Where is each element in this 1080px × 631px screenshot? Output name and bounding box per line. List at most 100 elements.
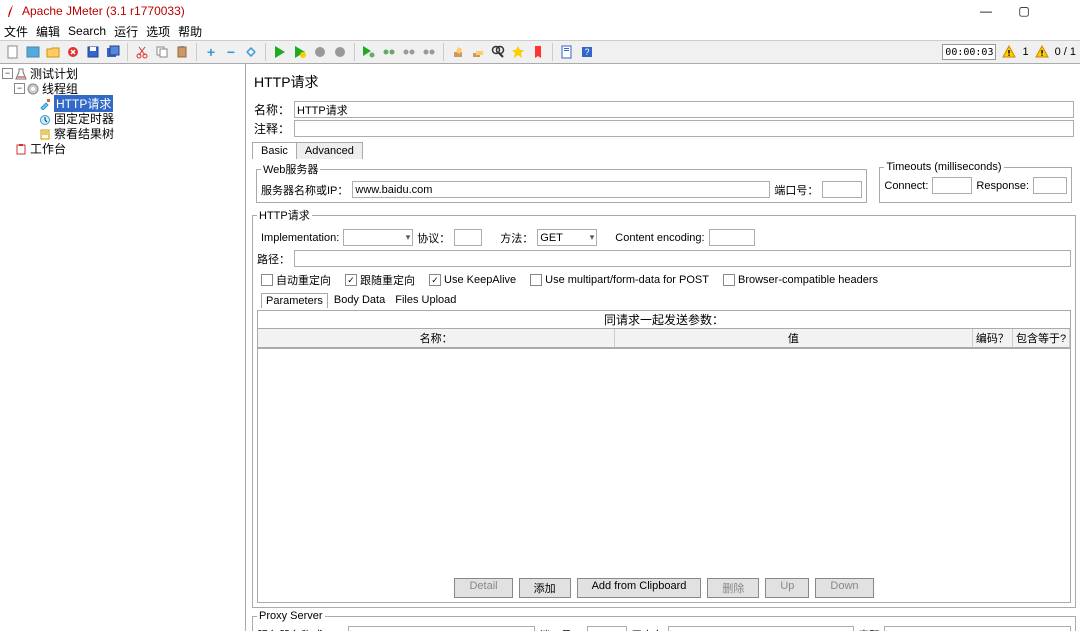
tab-advanced[interactable]: Advanced: [296, 142, 363, 159]
docs-icon[interactable]: [558, 43, 576, 61]
paste-icon[interactable]: [173, 43, 191, 61]
method-combo[interactable]: GET▾: [537, 229, 597, 246]
down-button[interactable]: Down: [815, 578, 873, 598]
response-label: Response:: [976, 180, 1029, 192]
run-icon[interactable]: [271, 43, 289, 61]
chk-follow-redirect[interactable]: ✓跟随重定向: [345, 272, 415, 288]
menu-search[interactable]: Search: [68, 24, 106, 38]
saveas-icon[interactable]: [104, 43, 122, 61]
chevron-down-icon: ▾: [590, 232, 595, 243]
chk-auto-redirect[interactable]: 自动重定向: [261, 272, 331, 288]
enc-input[interactable]: [709, 229, 755, 246]
subtab-bodydata[interactable]: Body Data: [330, 293, 389, 308]
detail-button[interactable]: Detail: [454, 578, 512, 598]
path-input[interactable]: [294, 250, 1071, 267]
help-icon[interactable]: [529, 43, 547, 61]
remote-stop-icon[interactable]: [400, 43, 418, 61]
expand-icon[interactable]: +: [202, 43, 220, 61]
menu-options[interactable]: 选项: [146, 23, 170, 40]
tree-node-timer[interactable]: 固定定时器: [2, 111, 245, 126]
remote-start-icon[interactable]: [360, 43, 378, 61]
add-clipboard-button[interactable]: Add from Clipboard: [577, 578, 702, 598]
copy-icon[interactable]: [153, 43, 171, 61]
impl-combo[interactable]: ▾: [343, 229, 413, 246]
delete-button[interactable]: 删除: [707, 578, 759, 598]
add-button[interactable]: 添加: [519, 578, 571, 598]
collapse-icon[interactable]: −: [222, 43, 240, 61]
web-server-legend: Web服务器: [261, 161, 320, 177]
chk-multipart[interactable]: Use multipart/form-data for POST: [530, 274, 709, 286]
http-request-group: HTTP请求 Implementation: ▾ 协议： 方法： GET▾ Co…: [252, 207, 1076, 608]
port-input[interactable]: [822, 181, 862, 198]
params-body[interactable]: [258, 349, 1070, 574]
timeouts-group: Timeouts (milliseconds) Connect: Respons…: [879, 161, 1072, 203]
col-include[interactable]: 包含等于?: [1013, 329, 1070, 348]
run-notimers-icon[interactable]: [291, 43, 309, 61]
toolbar: + − ? 00:00:03 1 0 / 1: [0, 40, 1080, 64]
templates-icon[interactable]: [24, 43, 42, 61]
toggle-icon[interactable]: [242, 43, 260, 61]
remote-startall-icon[interactable]: [380, 43, 398, 61]
col-encode[interactable]: 编码？: [973, 329, 1014, 348]
col-value[interactable]: 值: [615, 329, 972, 348]
elapsed-time: 00:00:03: [942, 44, 996, 60]
cut-icon[interactable]: [133, 43, 151, 61]
up-button[interactable]: Up: [765, 578, 809, 598]
proxy-server-input[interactable]: [348, 626, 535, 631]
connect-input[interactable]: [932, 177, 972, 194]
col-name[interactable]: 名称：: [258, 329, 615, 348]
clear-icon[interactable]: [449, 43, 467, 61]
chk-browser-compat[interactable]: Browser-compatible headers: [723, 274, 878, 286]
about-icon[interactable]: ?: [578, 43, 596, 61]
menu-help[interactable]: 帮助: [178, 23, 202, 40]
proxy-pass-input[interactable]: [884, 626, 1071, 631]
menu-run[interactable]: 运行: [114, 23, 138, 40]
tree-node-threadgroup[interactable]: − 线程组: [2, 81, 245, 96]
proxy-port-input[interactable]: [587, 626, 627, 631]
subtab-files[interactable]: Files Upload: [391, 293, 460, 308]
tree-node-testplan[interactable]: − 测试计划: [2, 66, 245, 81]
collapse-toggle[interactable]: −: [2, 68, 13, 79]
remote-shut-icon[interactable]: [420, 43, 438, 61]
stop-icon[interactable]: [311, 43, 329, 61]
window-title: Apache JMeter (3.1 r1770033): [22, 4, 974, 18]
tree-node-httprequest[interactable]: HTTP请求: [2, 96, 245, 111]
clearall-icon[interactable]: [469, 43, 487, 61]
sampler-panel: HTTP请求 名称： 注释： Basic Advanced Web服务器 服务器…: [246, 64, 1080, 631]
params-table: 名称： 值 编码？ 包含等于?: [258, 328, 1070, 349]
name-label: 名称：: [254, 101, 290, 118]
new-icon[interactable]: [4, 43, 22, 61]
maximize-button[interactable]: ▢: [1012, 4, 1036, 18]
open-icon[interactable]: [44, 43, 62, 61]
close-icon[interactable]: [64, 43, 82, 61]
connect-label: Connect:: [884, 180, 928, 192]
toolbar-status: 00:00:03 1 0 / 1: [942, 44, 1076, 60]
subtab-parameters[interactable]: Parameters: [261, 293, 328, 308]
proto-input[interactable]: [454, 229, 482, 246]
comment-input[interactable]: [294, 120, 1074, 137]
tree-node-workbench[interactable]: 工作台: [2, 141, 245, 156]
chk-keepalive[interactable]: ✓Use KeepAlive: [429, 274, 516, 286]
server-label: 服务器名称或IP：: [261, 182, 348, 198]
minimize-button[interactable]: —: [974, 4, 998, 18]
server-input[interactable]: [352, 181, 770, 198]
menu-file[interactable]: 文件: [4, 23, 28, 40]
tree-node-listener[interactable]: 察看结果树: [2, 126, 245, 141]
function-icon[interactable]: [509, 43, 527, 61]
chevron-down-icon: ▾: [406, 232, 411, 243]
proxy-user-input[interactable]: [668, 626, 855, 631]
proxy-server-label: 服务器名称或IP：: [257, 627, 344, 631]
response-input[interactable]: [1033, 177, 1067, 194]
warning-icon: [1035, 45, 1049, 59]
shutdown-icon[interactable]: [331, 43, 349, 61]
find-icon[interactable]: [489, 43, 507, 61]
proxy-port-label: 端口号：: [539, 627, 583, 631]
impl-label: Implementation:: [261, 232, 339, 244]
params-title: 同请求一起发送参数：: [258, 311, 1070, 328]
tab-basic[interactable]: Basic: [252, 142, 297, 159]
collapse-toggle[interactable]: −: [14, 83, 25, 94]
proxy-pass-label: 密码: [858, 627, 880, 631]
name-input[interactable]: [294, 101, 1074, 118]
menu-edit[interactable]: 编辑: [36, 23, 60, 40]
save-icon[interactable]: [84, 43, 102, 61]
